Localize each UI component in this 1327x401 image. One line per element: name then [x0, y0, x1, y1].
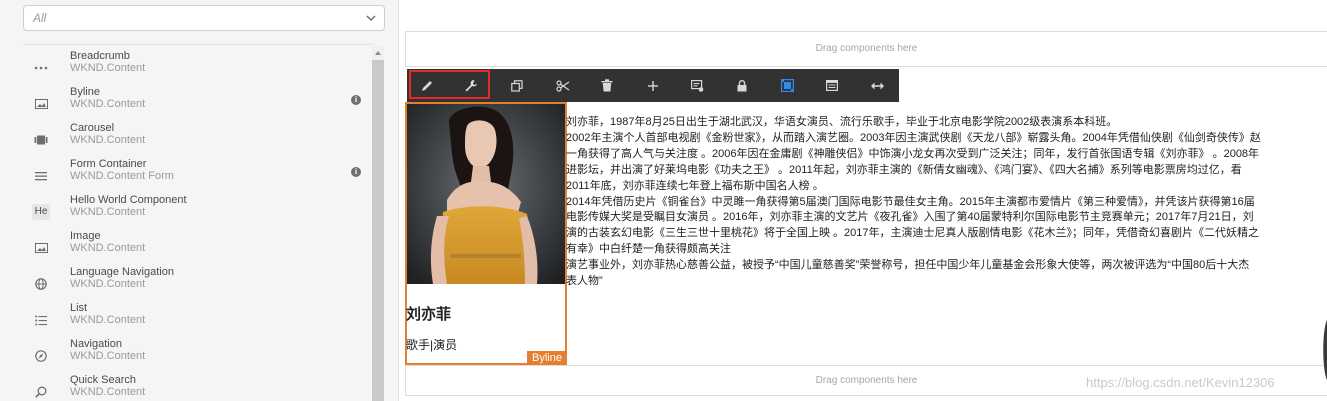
text-line: 2014年凭借历史片《铜雀台》中灵雎一角获得第5届澳门国际电影节最佳女主角。20…	[566, 195, 1255, 208]
more-horizontal-icon	[31, 58, 51, 78]
component-group: WKND.Content	[70, 278, 146, 290]
component-group: WKND.Content	[70, 386, 146, 398]
text-line: 演艺事业外，刘亦菲热心慈善公益，被授予“中国儿童慈善奖”荣誉称号，担任中国少年儿…	[566, 259, 1250, 272]
component-group: WKND.Content	[70, 314, 146, 326]
text-line: 一角获得了高人气与关注度 。2006年因在金庸剧《神雕侠侣》中饰演小龙女再次受到…	[566, 147, 1260, 160]
component-group: WKND.Content	[70, 242, 146, 254]
watermark: https://blog.csdn.net/Kevin12306	[1086, 375, 1275, 390]
component-name: Navigation	[70, 338, 122, 350]
component-item-list[interactable]: List WKND.Content	[23, 302, 363, 338]
compass-icon	[31, 346, 51, 366]
info-icon[interactable]: i	[351, 95, 361, 105]
text-line: 2002年主演个人首部电视剧《金粉世家》，从而踏入演艺圈。2003年因主演武侠剧…	[566, 131, 1261, 144]
abbrev-he-icon: He	[31, 202, 51, 222]
info-icon[interactable]: i	[351, 167, 361, 177]
layout-button[interactable]	[772, 73, 802, 98]
search-icon	[31, 382, 51, 401]
cut-icon	[556, 79, 570, 92]
component-item-quick-search[interactable]: Quick Search WKND.Content	[23, 374, 363, 401]
layout-icon	[780, 79, 794, 92]
lock-icon	[737, 79, 747, 91]
text-line: 表人物”	[566, 275, 603, 288]
dropzone-label: Drag components here	[815, 43, 918, 54]
component-group: WKND.Content	[70, 206, 146, 218]
delete-icon	[601, 79, 613, 92]
dropzone-label: Drag components here	[815, 375, 918, 386]
byline-occupation: 歌手|演员	[406, 338, 458, 352]
component-name: List	[70, 302, 88, 314]
copy-icon	[511, 79, 523, 92]
text-line: 演的古装玄幻电影《三生三世十里桃花》将于全国上映 。2017年，主演迪士尼真人版…	[566, 227, 1260, 240]
component-name: Quick Search	[70, 374, 137, 386]
lock-button[interactable]	[727, 73, 757, 98]
component-item-language-navigation[interactable]: Language Navigation WKND.Content	[23, 266, 363, 302]
component-name: Form Container	[70, 158, 147, 170]
scrollbar-edge[interactable]	[1318, 320, 1327, 380]
copy-button[interactable]	[502, 73, 532, 98]
text-line: 2011年底，刘亦菲连续七年登上福布斯中国名人榜 。	[566, 179, 824, 192]
panel-button[interactable]	[817, 73, 847, 98]
component-group-value: All	[33, 11, 47, 25]
component-name: Carousel	[70, 122, 115, 134]
component-abbr: He	[32, 204, 50, 220]
component-group: WKND.Content	[70, 62, 146, 74]
delete-button[interactable]	[592, 73, 622, 98]
text-line: 有幸》中白纤楚一角获得颇高关注	[566, 243, 731, 256]
component-group: WKND.Content	[70, 98, 146, 110]
component-group: WKND.Content	[70, 350, 146, 362]
image-icon	[31, 94, 51, 114]
component-item-image[interactable]: Image WKND.Content	[23, 230, 363, 266]
resize-button[interactable]	[862, 73, 892, 98]
component-group-select[interactable]: All	[23, 5, 385, 31]
component-name: Hello World Component	[70, 194, 187, 206]
components-panel: All Breadcrumb WKND.Content Byline WKND.…	[0, 0, 399, 401]
text-line: 电影传媒大奖是受瞩目女演员 。2016年，刘亦菲主演的文艺片《夜孔雀》入围了第4…	[566, 211, 1254, 224]
component-group: WKND.Content	[70, 134, 146, 146]
text-component[interactable]: 刘亦菲，1987年8月25日出生于湖北武汉，华语女演员、流行乐歌手，毕业于北京电…	[566, 115, 1327, 291]
text-line: 刘亦菲，1987年8月25日出生于湖北武汉，华语女演员、流行乐歌手，毕业于北京电…	[566, 116, 1118, 128]
text-line: 进影坛，并出演了好莱坞电影《功夫之王》 。2011年起，刘亦菲主演的《新倩女幽魂…	[566, 163, 1242, 176]
component-name: Image	[70, 230, 101, 242]
scrollbar-thumb[interactable]	[372, 60, 384, 401]
globe-icon	[31, 274, 51, 294]
cut-button[interactable]	[548, 73, 578, 98]
component-label-badge: Byline	[527, 351, 567, 365]
drag-components-dropzone[interactable]: Drag components here	[405, 31, 1327, 67]
image-icon	[31, 238, 51, 258]
component-name: Language Navigation	[70, 266, 174, 278]
insert-component-button[interactable]	[638, 73, 668, 98]
component-item-form-container[interactable]: Form Container WKND.Content Form i	[23, 158, 363, 194]
component-name: Breadcrumb	[70, 50, 130, 62]
group-button[interactable]	[682, 73, 712, 98]
panel-icon	[826, 80, 838, 91]
divider	[23, 44, 373, 45]
group-icon	[690, 79, 703, 92]
chevron-down-icon	[366, 15, 376, 22]
component-item-navigation[interactable]: Navigation WKND.Content	[23, 338, 363, 374]
carousel-icon	[31, 130, 51, 150]
scroll-up-icon[interactable]	[372, 48, 384, 58]
component-item-hello-world[interactable]: He Hello World Component WKND.Content	[23, 194, 363, 230]
byline-name: 刘亦菲	[406, 306, 452, 323]
component-group: WKND.Content Form	[70, 170, 174, 182]
add-icon	[648, 80, 658, 91]
highlight-box	[409, 70, 490, 99]
bulleted-list-icon	[31, 310, 51, 330]
byline-photo	[407, 104, 565, 284]
component-name: Byline	[70, 86, 100, 98]
component-item-breadcrumb[interactable]: Breadcrumb WKND.Content	[23, 50, 363, 86]
component-item-carousel[interactable]: Carousel WKND.Content	[23, 122, 363, 158]
component-item-byline[interactable]: Byline WKND.Content i	[23, 86, 363, 122]
list-lines-icon	[31, 166, 51, 186]
resize-icon	[870, 82, 884, 89]
